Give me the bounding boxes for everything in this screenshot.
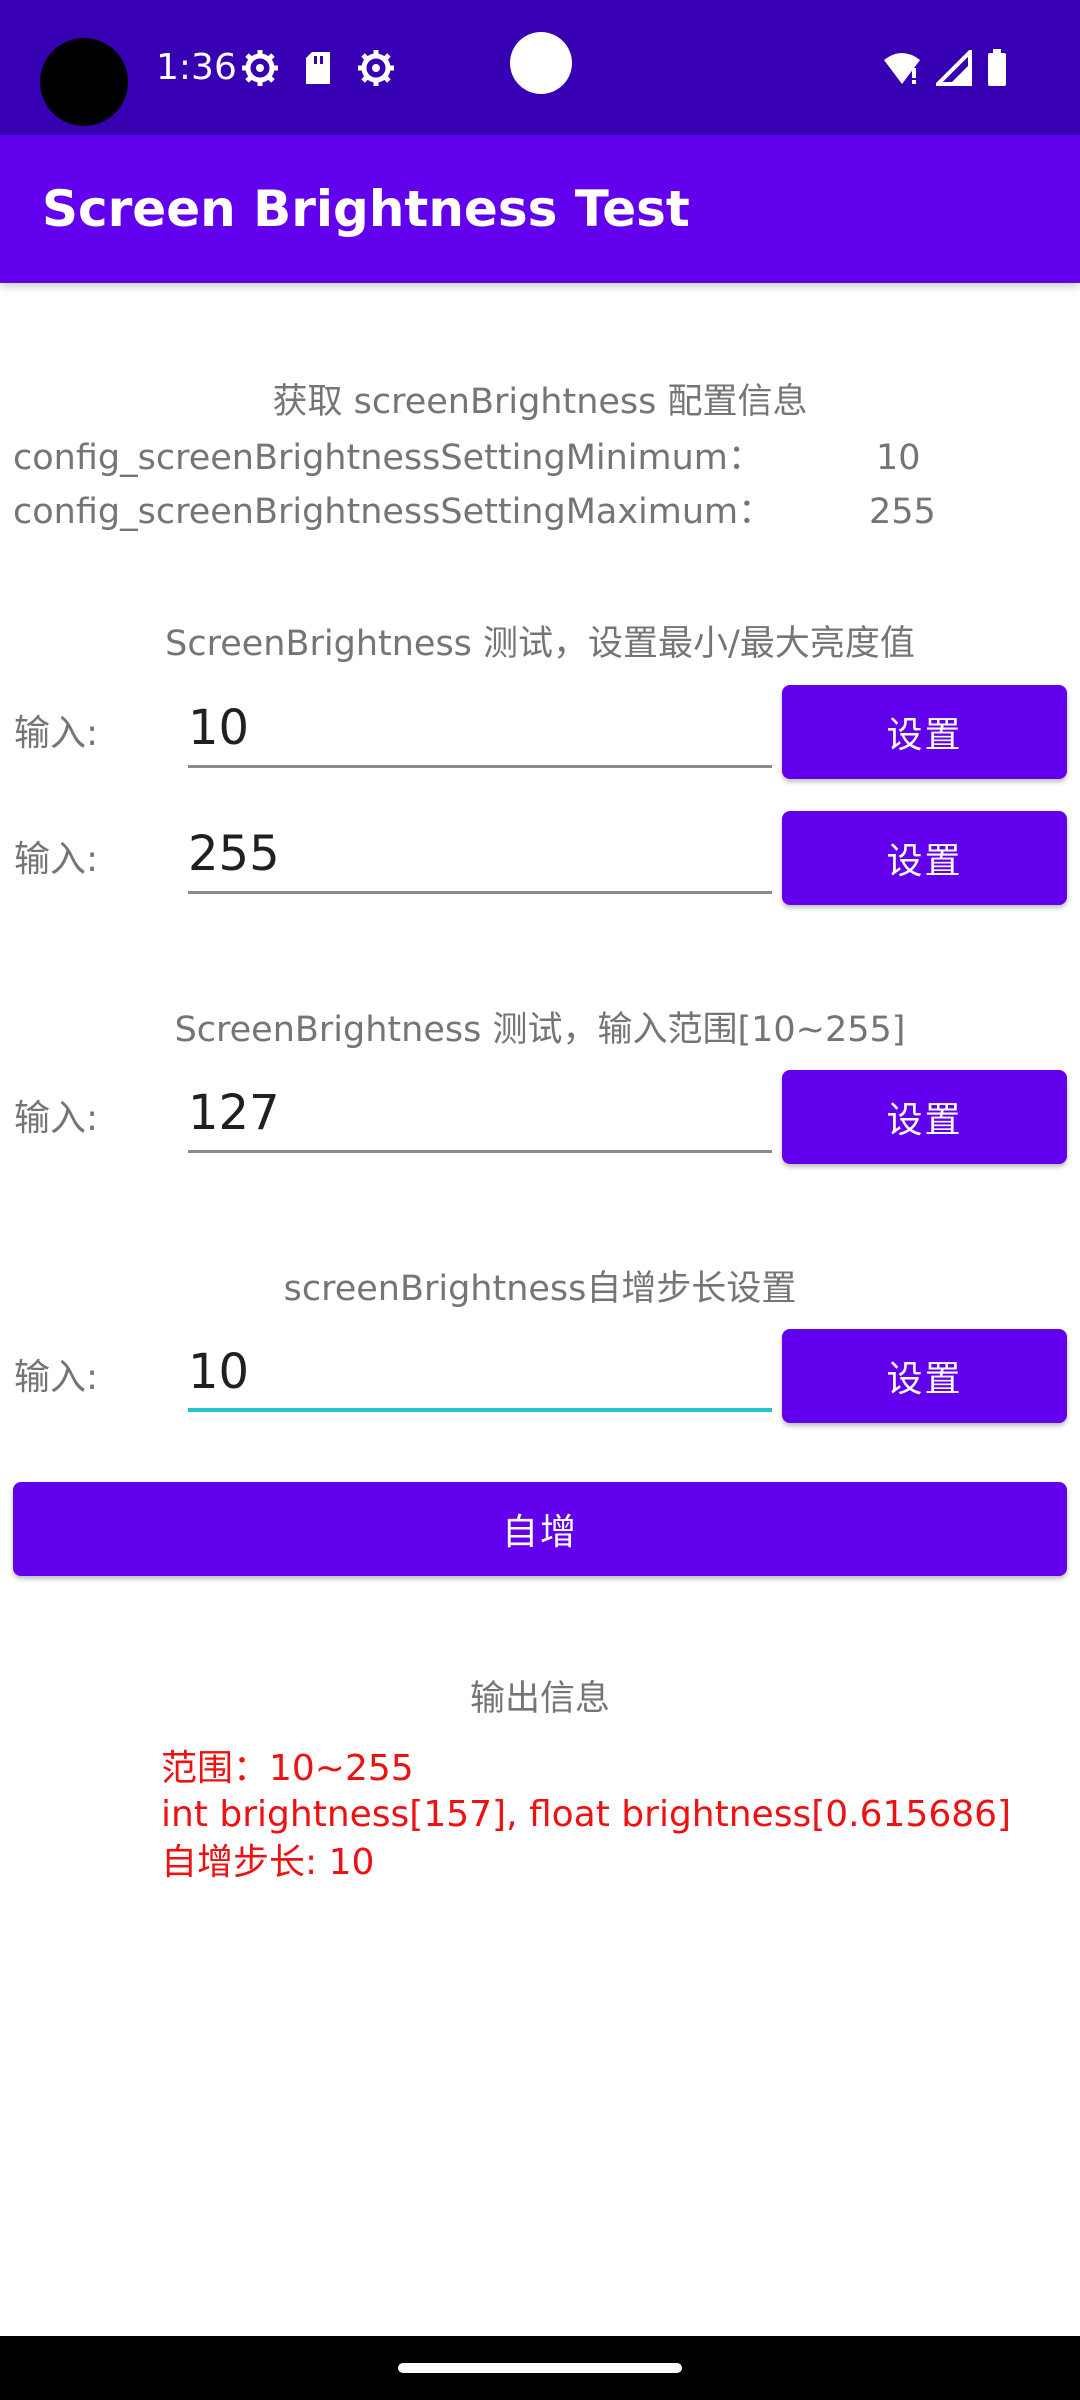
home-gesture-handle[interactable]	[398, 2363, 682, 2373]
input-label: 输入:	[14, 713, 99, 754]
gear-icon	[358, 50, 394, 86]
set-step-button[interactable]: 设置	[782, 1329, 1067, 1423]
set-min-button[interactable]: 设置	[782, 685, 1067, 779]
app-screen: 1:36 Screen Brightness Test 获取 screenBri…	[0, 0, 1080, 2400]
step-size-input[interactable]: 10	[188, 1340, 772, 1412]
battery-icon	[988, 49, 1006, 86]
increment-button[interactable]: 自增	[13, 1482, 1067, 1576]
sd-card-icon	[306, 52, 330, 84]
max-brightness-input[interactable]: 255	[188, 822, 772, 894]
input-label: 输入:	[14, 1098, 99, 1139]
step-heading: screenBrightness自增步长设置	[283, 1269, 797, 1309]
wifi-icon	[884, 53, 920, 84]
input-label: 输入:	[14, 1357, 99, 1398]
output-line-range: 范围：10~255	[161, 1748, 414, 1789]
brightness-value-input[interactable]: 127	[188, 1081, 772, 1153]
set-brightness-button[interactable]: 设置	[782, 1070, 1067, 1164]
output-line-step: 自增步长: 10	[161, 1842, 375, 1883]
minmax-heading: ScreenBrightness 测试，设置最小/最大亮度值	[165, 624, 915, 664]
status-time: 1:36	[156, 47, 237, 88]
config-min-value: 10	[876, 438, 921, 478]
app-bar: Screen Brightness Test	[0, 135, 1080, 283]
signal-icon	[936, 50, 972, 86]
set-max-button[interactable]: 设置	[782, 811, 1067, 905]
status-bar: 1:36	[0, 0, 1080, 135]
app-title: Screen Brightness Test	[42, 180, 690, 238]
gear-icon	[242, 50, 278, 86]
output-line-brightness: int brightness[157], float brightness[0.…	[161, 1794, 1012, 1835]
output-heading: 输出信息	[469, 1679, 610, 1719]
config-heading: 获取 screenBrightness 配置信息	[272, 382, 808, 422]
config-min-label: config_screenBrightnessSettingMinimum：	[13, 438, 763, 478]
config-max-value: 255	[869, 492, 936, 532]
input-label: 输入:	[14, 839, 99, 880]
camera-cutout	[40, 38, 128, 126]
status-icons-left	[240, 48, 396, 88]
front-camera-dot	[510, 32, 572, 94]
min-brightness-input[interactable]: 10	[188, 696, 772, 768]
range-heading: ScreenBrightness 测试，输入范围[10~255]	[174, 1010, 906, 1050]
status-icons-right	[882, 48, 1008, 88]
config-max-label: config_screenBrightnessSettingMaximum：	[13, 492, 774, 532]
